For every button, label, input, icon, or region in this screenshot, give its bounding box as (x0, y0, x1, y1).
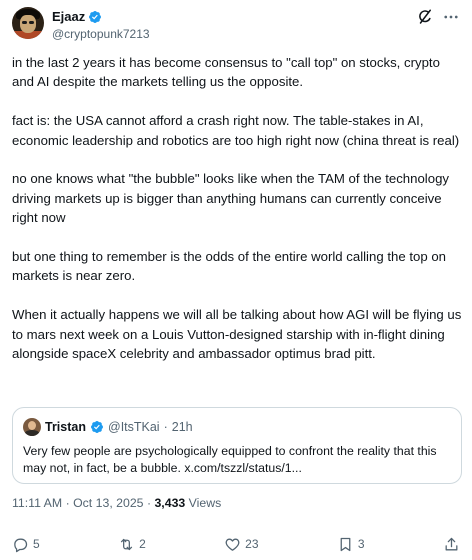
quoted-tweet[interactable]: Tristan @ItsTKai · 21h Very few people a… (12, 407, 462, 484)
tweet-time[interactable]: 11:11 AM (12, 496, 62, 510)
share-button[interactable] (443, 536, 460, 553)
verified-badge-icon (89, 10, 102, 23)
tweet-date[interactable]: Oct 13, 2025 (73, 496, 143, 510)
more-icon[interactable] (442, 8, 460, 26)
author-avatar[interactable] (12, 7, 44, 39)
reply-count: 5 (33, 537, 40, 551)
timestamp-separator: · (65, 496, 70, 510)
repost-count: 2 (139, 537, 146, 551)
quoted-tweet-header: Tristan @ItsTKai · 21h (23, 418, 451, 436)
bookmark-icon (340, 537, 351, 551)
tweet-text: in the last 2 years it has become consen… (12, 53, 462, 383)
tweet-paragraph: When it actually happens we will all be … (12, 307, 462, 362)
tweet-paragraph: in the last 2 years it has become consen… (12, 55, 440, 90)
author-name-row: Ejaaz (52, 9, 102, 24)
tweet-paragraph: no one knows what "the bubble" looks lik… (12, 171, 450, 226)
bookmark-count: 3 (357, 537, 365, 551)
author-handle[interactable]: @cryptopunk7213 (52, 27, 150, 41)
repost-button[interactable]: 2 (118, 536, 146, 553)
quoted-author-name: Tristan (45, 420, 86, 434)
like-count: 23 (245, 537, 259, 551)
tweet-paragraph: fact is: the USA cannot afford a crash r… (12, 113, 460, 148)
verified-badge-icon (91, 421, 103, 433)
tweet-header: Ejaaz @cryptopunk7213 (12, 6, 460, 46)
tweet-actions: 5 2 23 3 (12, 534, 460, 554)
views-count: 3,433 (154, 496, 186, 510)
quoted-author-avatar (23, 418, 41, 436)
quoted-author-handle: @ItsTKai (108, 420, 160, 434)
like-button[interactable]: 23 (224, 536, 259, 553)
quoted-separator: · (163, 420, 168, 434)
grok-icon[interactable] (416, 8, 434, 26)
timestamp-separator: · (146, 496, 152, 510)
author-display-name[interactable]: Ejaaz (52, 9, 85, 24)
like-icon (225, 538, 240, 551)
bookmark-button[interactable]: 3 (337, 536, 365, 553)
quoted-time: 21h (171, 420, 193, 434)
reply-icon (14, 538, 28, 552)
tweet-paragraph: but one thing to remember is the odds of… (12, 249, 446, 284)
views-label: Views (188, 496, 222, 510)
quoted-tweet-text: Very few people are psychologically equi… (23, 444, 437, 475)
share-icon (445, 537, 458, 550)
tweet-timestamp: 11:11 AM · Oct 13, 2025 · 3,433 Views (12, 496, 221, 510)
reply-button[interactable]: 5 (12, 536, 40, 553)
retweet-icon (120, 538, 133, 550)
